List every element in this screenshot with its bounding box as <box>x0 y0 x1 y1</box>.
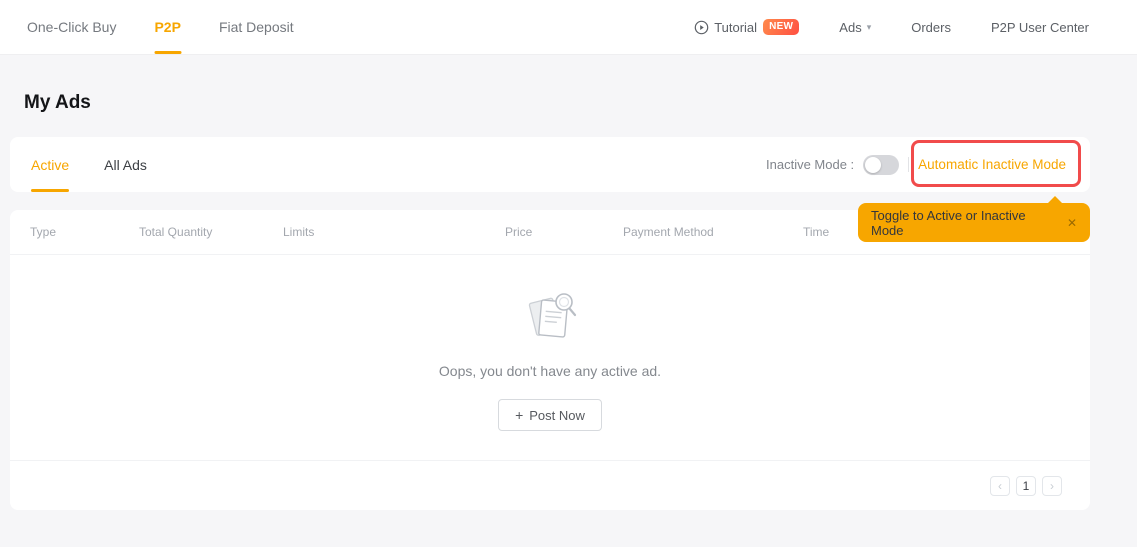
ads-menu-label: Ads <box>839 19 862 35</box>
post-now-button[interactable]: + Post Now <box>498 399 602 431</box>
play-circle-icon <box>694 20 709 35</box>
inactive-mode-label: Inactive Mode : <box>766 157 855 172</box>
new-badge: NEW <box>763 19 800 35</box>
plus-icon: + <box>515 407 524 423</box>
column-header-type: Type <box>30 225 57 239</box>
chevron-down-icon: ▾ <box>866 21 872 32</box>
toggle-tooltip: Toggle to Active or Inactive Mode ✕ <box>858 196 1090 242</box>
pagination-next-button[interactable]: › <box>1042 476 1062 496</box>
nav-one-click-buy[interactable]: One-Click Buy <box>8 0 135 54</box>
pagination: ‹ 1 › <box>990 476 1062 496</box>
column-header-total-quantity: Total Quantity <box>139 225 213 239</box>
empty-state-message: Oops, you don't have any active ad. <box>438 363 662 379</box>
column-header-price: Price <box>505 225 533 239</box>
orders-link[interactable]: Orders <box>911 20 951 35</box>
pagination-divider <box>10 460 1090 461</box>
post-now-label: Post Now <box>529 407 585 423</box>
inactive-mode-controls: Inactive Mode : Automatic Inactive Mode <box>766 137 1066 192</box>
column-header-payment-method: Payment Method <box>623 225 714 239</box>
tutorial-label: Tutorial <box>714 19 758 35</box>
active-nav-underline <box>154 51 182 54</box>
toggle-knob <box>865 156 882 173</box>
column-header-limits: Limits <box>283 225 315 239</box>
vertical-divider <box>908 157 910 172</box>
pagination-prev-button[interactable]: ‹ <box>990 476 1010 496</box>
secondary-nav: Tutorial NEW Ads ▾ Orders P2P User Cente… <box>654 0 1137 54</box>
nav-fiat-deposit[interactable]: Fiat Deposit <box>200 0 313 54</box>
close-icon[interactable]: ✕ <box>1059 216 1077 230</box>
tab-active-label: Active <box>31 156 70 173</box>
tutorial-link[interactable]: Tutorial NEW <box>694 19 800 35</box>
pagination-page-1-button[interactable]: 1 <box>1016 476 1036 496</box>
primary-nav: One-Click Buy P2P Fiat Deposit <box>0 0 313 54</box>
automatic-inactive-mode-link[interactable]: Automatic Inactive Mode <box>918 157 1066 172</box>
no-ads-document-icon <box>520 290 580 348</box>
ads-menu[interactable]: Ads ▾ <box>839 20 871 35</box>
inactive-mode-toggle[interactable] <box>863 154 900 175</box>
top-nav: One-Click Buy P2P Fiat Deposit Tutorial … <box>0 0 1137 55</box>
tab-all-ads[interactable]: All Ads <box>104 137 147 192</box>
empty-state: Oops, you don't have any active ad. + Po… <box>10 290 1090 431</box>
page-title: My Ads <box>24 92 91 113</box>
my-ads-toolbar: Active All Ads Inactive Mode : Automatic… <box>10 137 1090 192</box>
tab-active[interactable]: Active <box>31 137 69 192</box>
ads-table-card: Type Total Quantity Limits Price Payment… <box>10 210 1090 510</box>
active-tab-underline <box>31 189 69 192</box>
nav-p2p-label: P2P <box>154 19 181 35</box>
p2p-user-center-link[interactable]: P2P User Center <box>991 20 1089 35</box>
nav-p2p[interactable]: P2P <box>135 0 199 54</box>
tooltip-arrow <box>1047 196 1063 204</box>
tooltip-text: Toggle to Active or Inactive Mode <box>871 207 1026 238</box>
